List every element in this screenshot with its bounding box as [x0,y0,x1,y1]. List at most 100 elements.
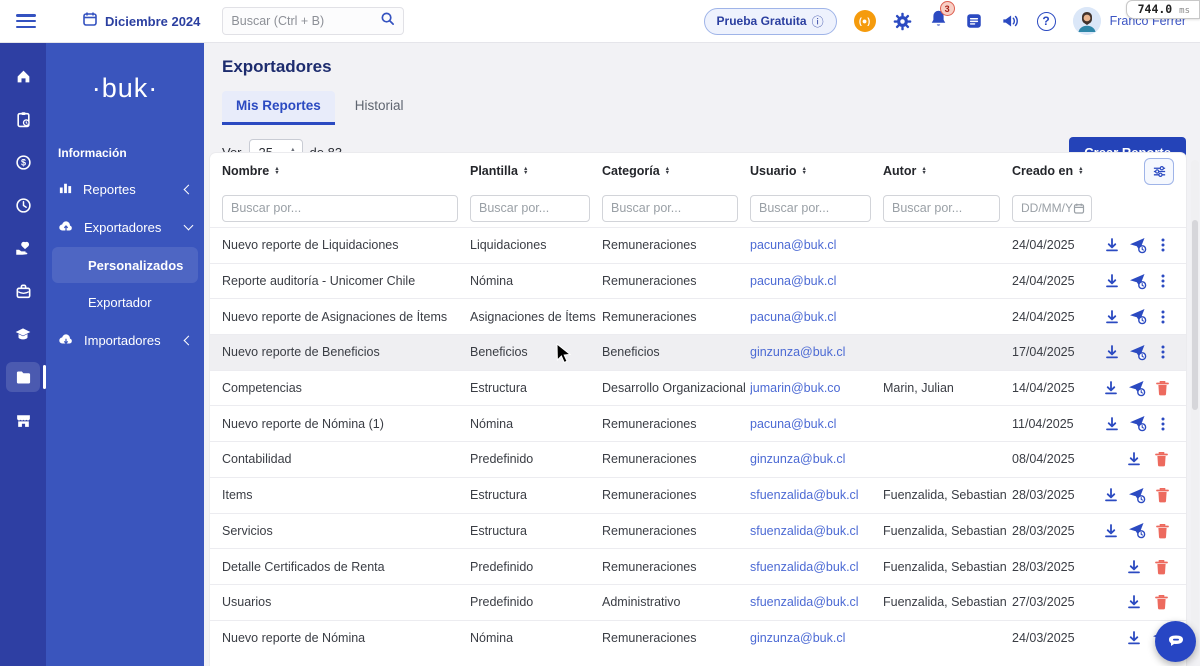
scheduled-send-icon[interactable] [1129,343,1147,361]
kebab-menu-icon[interactable] [1156,343,1170,361]
filter-plantilla-input[interactable] [470,194,590,222]
table-row[interactable]: Detalle Certificados de Renta Predefinido… [210,548,1186,584]
sidebar-item-exportadores[interactable]: Exportadores [46,208,204,246]
rail-folder-icon[interactable] [6,362,46,392]
kebab-menu-icon[interactable] [1156,236,1170,254]
download-icon[interactable] [1125,629,1143,647]
vertical-scrollbar[interactable] [1191,160,1199,660]
sidebar-item-reportes[interactable]: Reportes [46,170,204,208]
cell-usuario-link[interactable]: sfuenzalida@buk.cl [750,524,883,538]
column-settings-button[interactable] [1144,158,1174,185]
help-icon[interactable]: ? [1036,11,1056,31]
cell-usuario-link[interactable]: pacuna@buk.cl [750,274,883,288]
cell-usuario-link[interactable]: ginzunza@buk.cl [750,345,883,359]
filter-date-input[interactable]: DD/MM/Y [1012,194,1092,222]
sidebar-subitem-exportador[interactable]: Exportador [52,284,198,320]
rail-graduation-cap-icon[interactable] [6,319,40,349]
scheduled-send-icon[interactable] [1129,236,1147,254]
download-icon[interactable] [1105,308,1120,326]
global-search-input[interactable]: Buscar (Ctrl + B) [222,7,405,35]
cell-usuario-link[interactable]: pacuna@buk.cl [750,417,883,431]
download-icon[interactable] [1125,593,1143,611]
cell-usuario-link[interactable]: sfuenzalida@buk.cl [750,560,883,574]
rail-storefront-icon[interactable] [6,405,40,435]
table-row[interactable]: Nuevo reporte de Liquidaciones Liquidacio… [210,227,1186,263]
cell-categoria: Remuneraciones [602,523,697,538]
filter-nombre-input[interactable] [222,194,458,222]
sidebar-subitem-personalizados[interactable]: Personalizados [52,247,198,283]
settings-gear-icon[interactable] [893,12,912,31]
rail-home-icon[interactable] [6,61,40,91]
column-header-categoria[interactable]: Categoría ▲ ▼ [602,164,750,178]
scrollbar-thumb[interactable] [1192,220,1198,410]
rail-briefcase-icon[interactable] [6,276,40,306]
table-row[interactable]: Contabilidad Predefinido Remuneraciones gin… [210,441,1186,477]
delete-icon[interactable] [1155,379,1170,397]
table-row[interactable]: Nuevo reporte de Asignaciones de Ítems As… [210,298,1186,334]
announcements-megaphone-icon[interactable] [1000,11,1020,31]
download-icon[interactable] [1125,558,1143,576]
column-header-autor[interactable]: Autor ▲ ▼ [883,164,1012,178]
download-icon[interactable] [1105,415,1120,433]
table-row[interactable]: Nuevo reporte de Nómina Nómina Remuneracio… [210,619,1186,656]
filter-autor-input[interactable] [883,194,1000,222]
delete-icon[interactable] [1152,593,1170,611]
cell-usuario-link[interactable]: pacuna@buk.cl [750,238,883,252]
table-row[interactable]: Nuevo reporte de Nómina (1) Nómina Remuner… [210,405,1186,441]
cell-usuario-link[interactable]: ginzunza@buk.cl [750,631,883,645]
column-header-creado-en[interactable]: Creado en ▲ ▼ [1012,164,1105,178]
cell-usuario-link[interactable]: jumarin@buk.co [750,381,883,395]
download-icon[interactable] [1105,522,1119,540]
download-icon[interactable] [1105,343,1120,361]
notifications-button[interactable]: 3 [929,1,955,33]
table-row[interactable]: Servicios Estructura Remuneraciones sfuenza… [210,512,1186,549]
scheduled-send-icon[interactable] [1129,415,1147,433]
cell-usuario-link[interactable]: sfuenzalida@buk.cl [750,488,883,502]
table-row[interactable]: Nuevo reporte de Beneficios Beneficios Ben… [210,334,1186,370]
scheduled-send-icon[interactable] [1128,379,1146,397]
period-selector[interactable]: Diciembre 2024 [82,11,200,32]
tab-historial[interactable]: Historial [341,91,418,125]
tab-mis-reportes[interactable]: Mis Reportes [222,91,335,125]
kebab-menu-icon[interactable] [1156,415,1170,433]
user-avatar[interactable] [1072,7,1101,35]
scheduled-send-icon[interactable] [1129,308,1147,326]
trial-button[interactable]: Prueba Gratuita ⓘ [703,7,837,35]
filter-usuario-input[interactable] [750,194,871,222]
rail-talent-icon[interactable] [6,233,40,263]
delete-icon[interactable] [1152,558,1170,576]
kebab-menu-icon[interactable] [1156,308,1170,326]
table-row[interactable]: Items Estructura Remuneraciones sfuenzalida… [210,476,1186,513]
scheduled-send-icon[interactable] [1128,486,1146,504]
download-icon[interactable] [1105,486,1119,504]
kebab-menu-icon[interactable] [1156,272,1170,290]
document-icon[interactable] [965,12,983,30]
download-icon[interactable] [1105,272,1120,290]
rail-money-icon[interactable]: $ [6,147,40,177]
search-icon[interactable] [380,11,395,31]
column-header-nombre[interactable]: Nombre ▲ ▼ [222,164,470,178]
sidebar-item-importadores[interactable]: Importadores [46,321,204,359]
delete-icon[interactable] [1155,522,1170,540]
download-icon[interactable] [1105,236,1120,254]
rail-clipboard-icon[interactable] [6,104,40,134]
cell-usuario-link[interactable]: sfuenzalida@buk.cl [750,595,883,609]
download-icon[interactable] [1105,379,1119,397]
chat-launcher-button[interactable] [1155,621,1196,662]
scheduled-send-icon[interactable] [1129,272,1147,290]
table-row[interactable]: Usuarios Predefinido Administrativo sfuenza… [210,583,1186,620]
filter-categoria-input[interactable] [602,194,738,222]
delete-icon[interactable] [1152,450,1170,468]
column-header-plantilla[interactable]: Plantilla ▲ ▼ [470,164,602,178]
table-row[interactable]: Competencias Estructura Desarrollo Organiz… [210,369,1186,406]
delete-icon[interactable] [1155,486,1170,504]
cell-usuario-link[interactable]: ginzunza@buk.cl [750,452,883,466]
download-icon[interactable] [1125,450,1143,468]
table-row[interactable]: Reporte auditoría - Unicomer Chile Nómina… [210,262,1186,299]
menu-toggle-icon[interactable] [16,14,36,28]
record-icon[interactable]: (●) [853,10,876,32]
column-header-usuario[interactable]: Usuario ▲ ▼ [750,164,883,178]
rail-clock-icon[interactable] [6,190,40,220]
cell-usuario-link[interactable]: pacuna@buk.cl [750,310,883,324]
scheduled-send-icon[interactable] [1128,522,1146,540]
